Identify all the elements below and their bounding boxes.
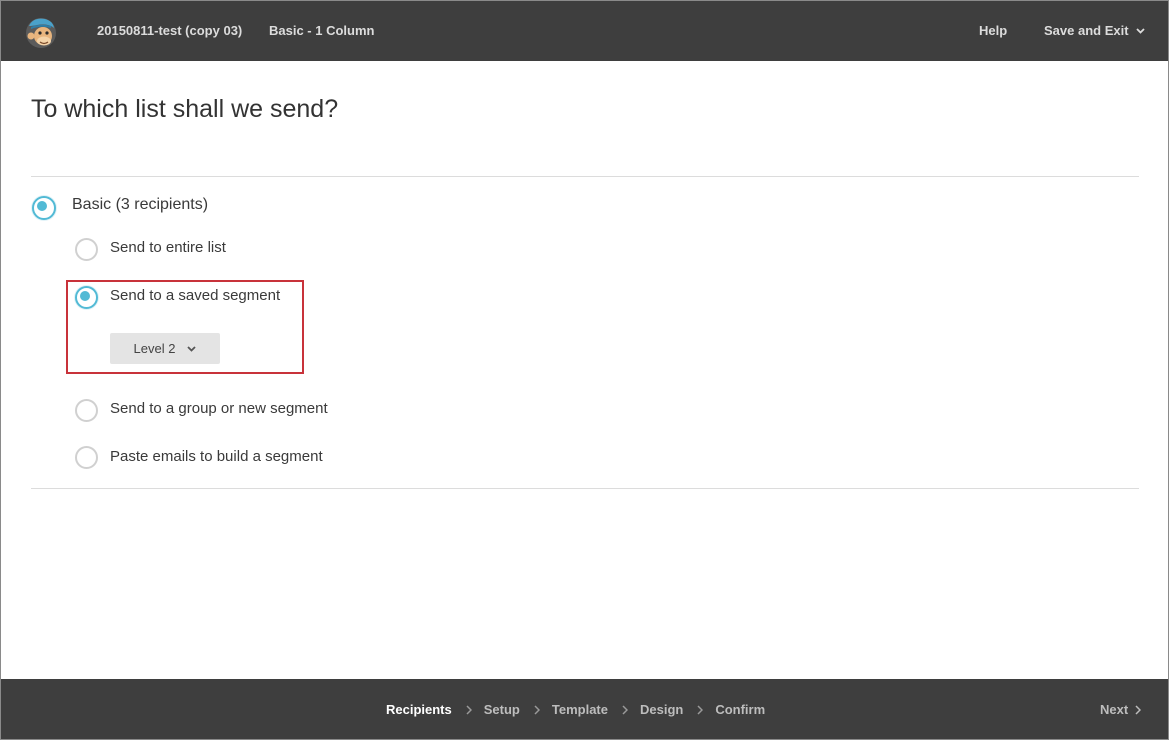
chevron-down-icon xyxy=(187,345,197,352)
list-label: Basic (3 recipients) xyxy=(72,196,209,213)
radio-saved-segment[interactable] xyxy=(75,286,98,309)
option-label-group-segment[interactable]: Send to a group or new segment xyxy=(110,400,328,417)
template-name: Basic - 1 Column xyxy=(269,23,375,38)
chimp-logo-icon[interactable] xyxy=(23,14,59,50)
top-bar: 20150811-test (copy 03) Basic - 1 Column… xyxy=(1,1,1168,61)
option-label-saved-segment[interactable]: Send to a saved segment xyxy=(110,287,280,304)
chevron-right-icon xyxy=(1135,704,1142,715)
chevron-right-icon xyxy=(534,704,540,715)
option-label-paste-emails[interactable]: Paste emails to build a segment xyxy=(110,448,323,465)
footer-bar: Recipients Setup Template Design Confirm… xyxy=(1,679,1168,739)
campaign-name: 20150811-test (copy 03) xyxy=(97,23,243,38)
saved-segment-value: Level 2 xyxy=(133,341,176,356)
radio-group-segment[interactable] xyxy=(75,399,98,422)
step-confirm[interactable]: Confirm xyxy=(715,702,765,717)
page-title: To which list shall we send? xyxy=(31,95,339,123)
step-design[interactable]: Design xyxy=(640,702,683,717)
step-setup[interactable]: Setup xyxy=(484,702,520,717)
radio-entire-list[interactable] xyxy=(75,238,98,261)
radio-paste-emails[interactable] xyxy=(75,446,98,469)
chevron-right-icon xyxy=(697,704,704,715)
chevron-down-icon xyxy=(1135,27,1145,34)
next-button[interactable]: Next xyxy=(1100,702,1142,717)
step-template[interactable]: Template xyxy=(552,702,608,717)
option-label-entire-list[interactable]: Send to entire list xyxy=(110,239,226,256)
step-navigation: Recipients Setup Template Design Confirm xyxy=(386,702,765,717)
save-and-exit-label: Save and Exit xyxy=(1044,23,1129,38)
next-label: Next xyxy=(1100,702,1129,717)
save-and-exit-button[interactable]: Save and Exit xyxy=(1044,23,1145,38)
help-link[interactable]: Help xyxy=(979,23,1007,38)
app-window: 20150811-test (copy 03) Basic - 1 Column… xyxy=(0,0,1169,740)
list-radio-basic[interactable] xyxy=(32,196,56,220)
divider-bottom xyxy=(31,488,1139,489)
chevron-right-icon xyxy=(622,704,628,715)
step-recipients[interactable]: Recipients xyxy=(386,702,452,717)
saved-segment-select[interactable]: Level 2 xyxy=(110,333,220,364)
chevron-right-icon xyxy=(466,704,472,715)
divider-top xyxy=(31,176,1139,177)
